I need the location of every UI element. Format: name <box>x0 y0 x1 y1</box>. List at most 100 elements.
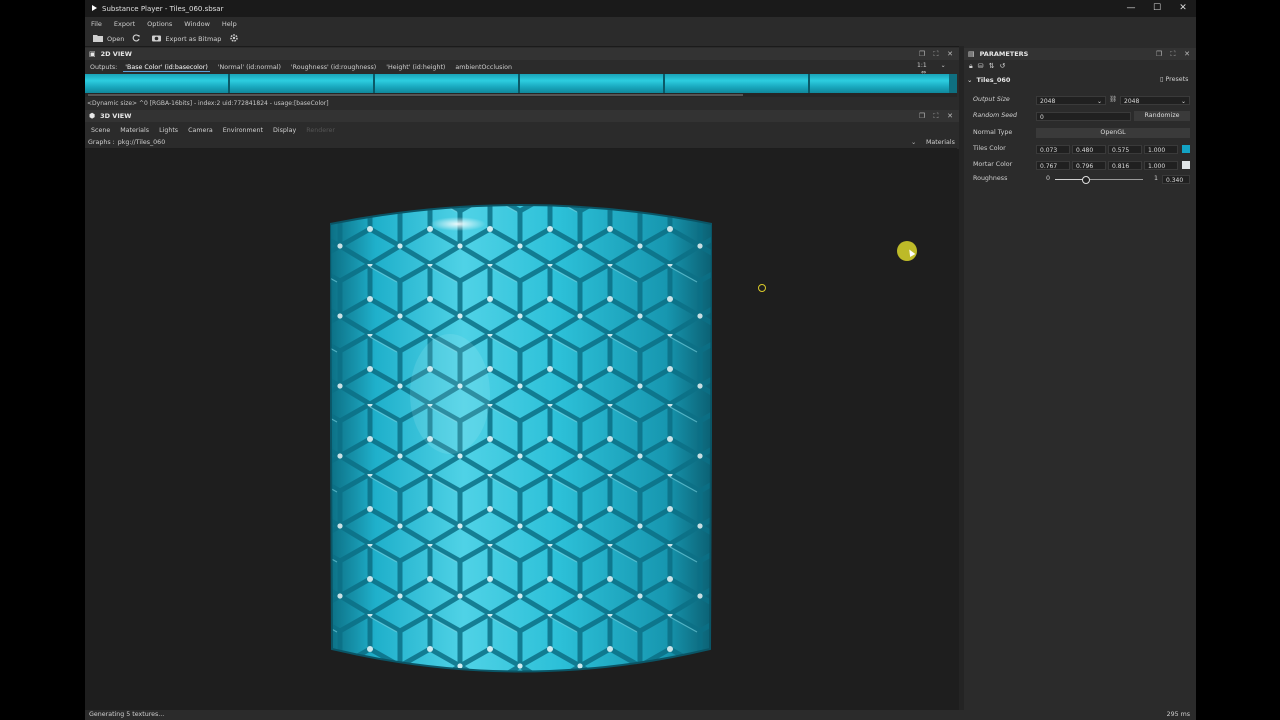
view3d-menu: Scene Materials Lights Camera Environmen… <box>85 124 957 136</box>
menu-help[interactable]: Help <box>222 20 237 28</box>
view2d-scrollbar[interactable] <box>85 93 957 97</box>
normal-type-select[interactable]: OpenGL <box>1036 128 1190 138</box>
graphs-label: Graphs : <box>88 139 115 146</box>
document-icon: ▯ <box>1160 76 1164 83</box>
tiles-color-g[interactable]: 0.480 <box>1072 144 1106 154</box>
link-icon[interactable]: ⛓ <box>1109 94 1117 106</box>
roughness-input[interactable]: 0.340 <box>1162 174 1190 184</box>
output-tab-ambientocclusion[interactable]: ambientOcclusion <box>453 64 514 71</box>
reload-button[interactable] <box>132 33 144 44</box>
texture-tile <box>520 74 665 93</box>
outputs-label: Outputs: <box>90 64 118 71</box>
save-icon[interactable]: ⛁ <box>978 62 984 70</box>
menu-export[interactable]: Export <box>114 20 135 28</box>
export-bitmap-button[interactable]: Export as Bitmap <box>152 34 221 44</box>
texture-tile <box>85 74 230 93</box>
mortar-color-swatch[interactable] <box>1182 161 1190 169</box>
tiles-color-a[interactable]: 1.000 <box>1144 144 1178 154</box>
camera-icon <box>152 34 162 44</box>
menu-file[interactable]: File <box>91 20 102 28</box>
random-seed-input[interactable]: 0 <box>1036 111 1131 121</box>
app-window: Substance Player - Tiles_060.sbsar — ☐ ✕… <box>85 0 1196 720</box>
strip-edge <box>949 74 957 93</box>
menu-options[interactable]: Options <box>147 20 172 28</box>
output-tab-normal[interactable]: 'Normal' (id:normal) <box>216 64 283 71</box>
status-bar: Generating 5 textures... 295 ms <box>85 710 1196 720</box>
tab-lights[interactable]: Lights <box>159 127 178 134</box>
tab-camera[interactable]: Camera <box>188 127 213 134</box>
chevron-down-icon: ⌄ <box>967 76 973 84</box>
randomize-button[interactable]: Randomize <box>1134 111 1190 121</box>
folder-icon <box>93 34 103 44</box>
roughness-slider[interactable] <box>1055 176 1143 184</box>
texture-tile <box>230 74 375 93</box>
view2d-close-button[interactable]: ✕ <box>943 48 957 60</box>
settings-button[interactable] <box>229 33 243 45</box>
minimize-button[interactable]: — <box>1118 0 1144 17</box>
menu-window[interactable]: Window <box>184 20 210 28</box>
zoom-select[interactable]: 1:1 ⌄ ⇔ <box>917 62 947 76</box>
tab-scene[interactable]: Scene <box>91 127 110 134</box>
texture-tile <box>375 74 520 93</box>
texture-info: <Dynamic size> ^0 [RGBA-16bits] - index:… <box>87 100 329 107</box>
maximize-button[interactable]: ☐ <box>1144 0 1170 17</box>
mortar-color-a[interactable]: 1.000 <box>1144 160 1178 170</box>
mortar-color-g[interactable]: 0.796 <box>1072 160 1106 170</box>
chevron-down-icon[interactable]: ⌄ <box>911 137 916 148</box>
lock-icon[interactable]: 🔒︎ <box>969 62 973 71</box>
output-tab-basecolor[interactable]: 'Base Color' (id:basecolor) <box>123 64 210 72</box>
swap-icon[interactable]: ⇅ <box>989 62 995 70</box>
graph-name: Tiles_060 <box>976 76 1011 84</box>
parameters-title: PARAMETERS <box>979 50 1029 58</box>
image-icon: ▣ <box>89 50 96 58</box>
scrollbar-thumb[interactable] <box>88 94 743 96</box>
tab-materials[interactable]: Materials <box>120 127 149 134</box>
roughness-slider-handle[interactable] <box>1081 176 1090 184</box>
parameters-float-button[interactable]: ❐ <box>1152 48 1166 60</box>
parameters-panel: ▤ PARAMETERS ❐ ⛶ ✕ 🔒︎ ⛁ ⇅ ↺ ⌄ Tiles_060 … <box>964 46 1196 710</box>
parameters-maximize-button[interactable]: ⛶ <box>1166 48 1180 60</box>
cube-icon: ⬢ <box>89 112 96 120</box>
view3d-close-button[interactable]: ✕ <box>943 110 957 122</box>
texture-tile <box>810 74 955 93</box>
light-gizmo-icon[interactable] <box>758 284 766 292</box>
tiles-color-b[interactable]: 0.575 <box>1108 144 1142 154</box>
view2d-maximize-button[interactable]: ⛶ <box>929 48 943 60</box>
materials-button[interactable]: Materials <box>926 137 955 148</box>
mortar-color-r[interactable]: 0.767 <box>1036 160 1070 170</box>
refresh-icon <box>132 33 140 44</box>
output-tab-roughness[interactable]: 'Roughness' (id:roughness) <box>289 64 378 71</box>
graphs-select[interactable]: pkg://Tiles_060 <box>118 139 165 146</box>
close-button[interactable]: ✕ <box>1170 0 1196 17</box>
view2d-float-button[interactable]: ❐ <box>915 48 929 60</box>
tab-environment[interactable]: Environment <box>223 127 263 134</box>
toolbar: Open Export as Bitmap <box>85 31 1196 47</box>
view3d-maximize-button[interactable]: ⛶ <box>929 110 943 122</box>
menu-bar: File Export Options Window Help <box>85 17 1196 31</box>
view3d-float-button[interactable]: ❐ <box>915 110 929 122</box>
cylinder-mesh <box>330 204 712 673</box>
chevron-down-icon: ⌄ <box>940 62 946 69</box>
parameters-close-button[interactable]: ✕ <box>1180 48 1194 60</box>
output-size-height-select[interactable]: 2048 ⌄ <box>1120 95 1190 105</box>
open-button[interactable]: Open <box>93 34 124 44</box>
title-bar: Substance Player - Tiles_060.sbsar — ☐ ✕ <box>85 0 1196 17</box>
3d-viewport[interactable] <box>85 149 959 710</box>
undo-icon[interactable]: ↺ <box>999 62 1005 70</box>
tiles-color-r[interactable]: 0.073 <box>1036 144 1070 154</box>
texture-preview-strip[interactable] <box>85 74 957 93</box>
output-tab-height[interactable]: 'Height' (id:height) <box>384 64 447 71</box>
graphs-bar: Graphs : pkg://Tiles_060 ⌄ Materials <box>85 137 957 149</box>
mortar-color-b[interactable]: 0.816 <box>1108 160 1142 170</box>
tiles-color-swatch[interactable] <box>1182 145 1190 153</box>
presets-button[interactable]: ▯ Presets <box>1160 76 1188 83</box>
parameters-tools: 🔒︎ ⛁ ⇅ ↺ <box>964 60 1196 72</box>
sliders-icon: ▤ <box>968 50 975 58</box>
param-random-seed: Random Seed 0 Randomize <box>964 110 1196 122</box>
view3d-header: ⬢ 3D VIEW ❐ ⛶ ✕ <box>85 110 959 122</box>
view2d-title: 2D VIEW <box>100 50 132 58</box>
tab-renderer: Renderer <box>306 126 335 134</box>
output-size-width-select[interactable]: 2048 ⌄ <box>1036 95 1106 105</box>
parameters-header: ▤ PARAMETERS ❐ ⛶ ✕ <box>964 48 1196 60</box>
tab-display[interactable]: Display <box>273 127 296 134</box>
